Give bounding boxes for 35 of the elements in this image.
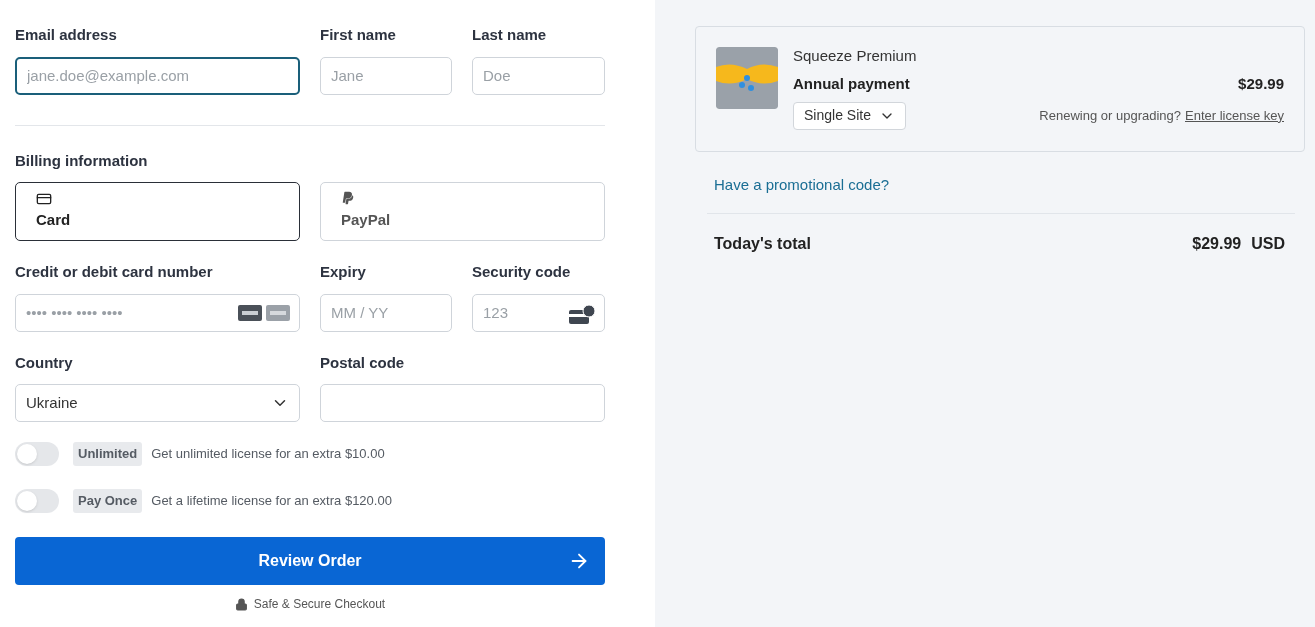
field-label: Postal code [320,352,406,373]
review-order-button[interactable]: Review Order [15,537,605,585]
option-description: Get a lifetime license for an extra $120.00 [151,492,392,511]
payment-method-tab[interactable]: Card [15,182,300,241]
toggle-switch[interactable] [15,442,59,466]
promo-code-link[interactable]: Have a promotional code? [714,173,1305,196]
input-field[interactable]: jane.doe@example.com [15,56,300,95]
option-badge: Unlimited [73,442,143,466]
option-badge: Pay Once [73,489,143,513]
total-label: Today's total [714,234,811,254]
plan-name: Annual payment [793,74,910,94]
site-option-select[interactable]: Single Site [793,101,906,130]
currency: USD [1251,234,1285,254]
field-label: Email address [15,25,118,45]
section-title: Billing information [15,150,149,171]
field-label: Expiry [320,262,367,282]
renew-text: Renewing or upgrading? [1039,106,1181,125]
field-label: First name [320,25,397,45]
secure-note: Safe & Secure Checkout [253,596,386,613]
payment-method-tab[interactable]: PayPal [320,182,605,241]
product-logo-drawing [716,47,778,109]
field-label: Security code [472,262,572,282]
card-cvc-icon [569,304,595,325]
total-amount: $29.99 [1192,234,1242,254]
country-select[interactable]: Ukraine [15,384,300,422]
paypal-icon [341,191,355,206]
field-label: Last name [472,25,548,45]
license-key-link[interactable]: Enter license key [1185,105,1284,126]
lock-icon [234,597,248,611]
product-name: Squeeze Premium [793,47,918,65]
field-label: Country [15,352,74,373]
option-description: Get unlimited license for an extra $10.00 [151,445,385,464]
toggle-switch[interactable] [15,489,59,513]
plan-price: $29.99 [1238,74,1284,94]
field-label: Credit or debit card number [15,262,214,282]
